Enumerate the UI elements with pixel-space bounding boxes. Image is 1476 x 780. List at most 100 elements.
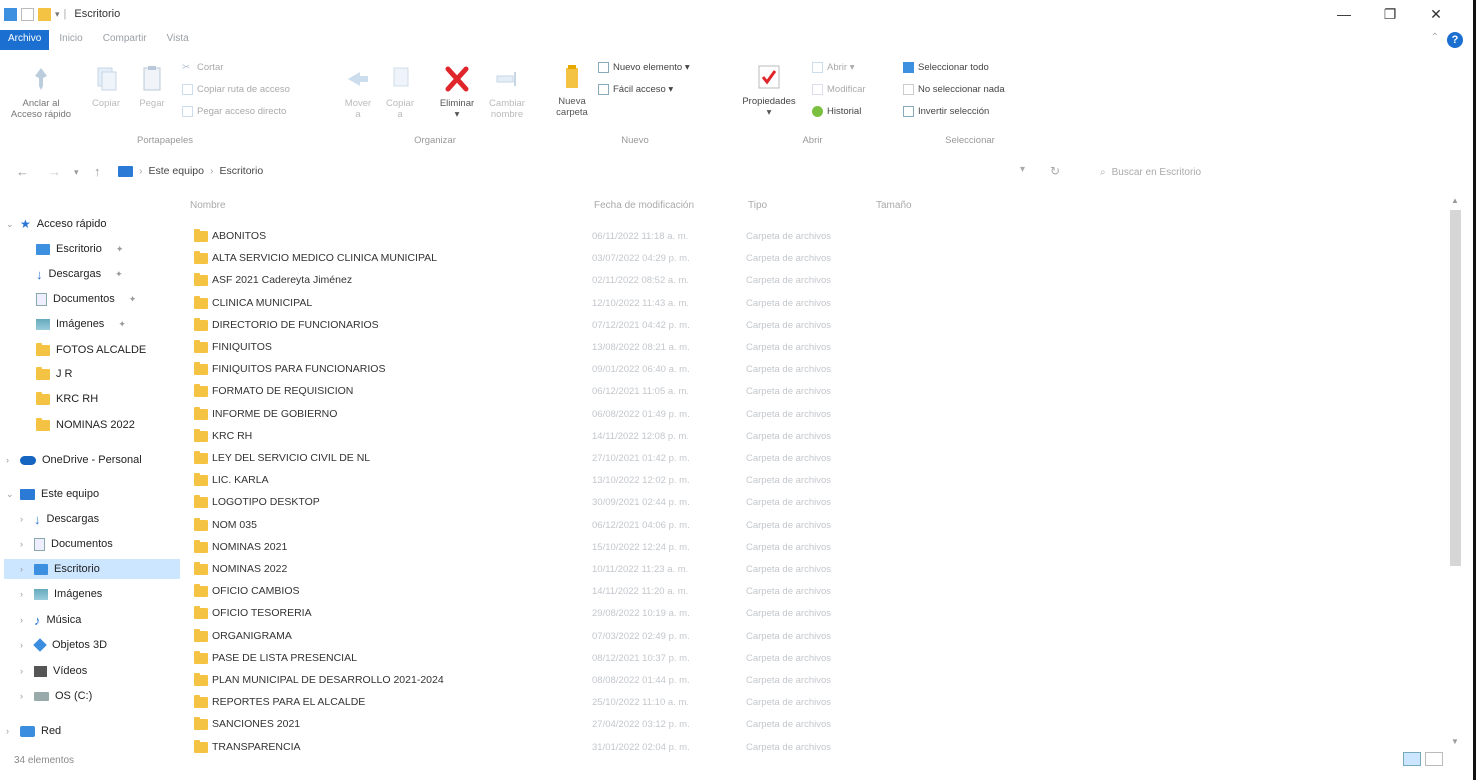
file-row[interactable]: ALTA SERVICIO MEDICO CLINICA MUNICIPAL 03…	[180, 248, 880, 270]
search-box[interactable]: ⌕ Buscar en Escritorio	[1100, 163, 1300, 181]
nav-pc-escritorio[interactable]: › Escritorio	[4, 559, 180, 579]
file-row[interactable]: TRANSPARENCIA 31/01/2022 02:04 p. m. Carpe…	[180, 737, 880, 759]
delete-button[interactable]: Eliminar ▾	[434, 64, 480, 120]
nav-pc-videos[interactable]: › Vídeos	[20, 661, 87, 681]
column-header-size[interactable]: Tamaño	[876, 200, 912, 211]
nav-quick-imagenes[interactable]: Imágenes ✦	[36, 314, 126, 334]
large-icons-view-icon[interactable]	[1425, 752, 1443, 766]
expand-chevron-icon[interactable]: ›	[6, 726, 14, 736]
file-row[interactable]: NOMINAS 2022 10/11/2022 11:23 a. m. Carpet…	[180, 559, 880, 581]
file-row[interactable]: NOM 035 06/12/2021 04:06 p. m. Carpeta de …	[180, 515, 880, 537]
paste-shortcut-button[interactable]: Pegar acceso directo	[182, 106, 286, 117]
column-header-name[interactable]: Nombre	[190, 200, 226, 211]
expand-chevron-icon[interactable]: ›	[20, 564, 28, 574]
column-header-date[interactable]: Fecha de modificación	[594, 200, 694, 211]
file-row[interactable]: PASE DE LISTA PRESENCIAL 08/12/2021 10:37…	[180, 648, 880, 670]
up-arrow-icon[interactable]: ↑	[94, 164, 101, 179]
breadcrumb-separator-icon[interactable]: ›	[210, 165, 214, 177]
breadcrumb[interactable]: › Este equipo › Escritorio	[118, 165, 263, 177]
cut-button[interactable]: ✂ Cortar	[182, 62, 223, 73]
forward-arrow-icon[interactable]: →	[48, 164, 61, 179]
nav-quick-access[interactable]: ⌄ ★ Acceso rápido	[6, 214, 106, 234]
breadcrumb-escritorio[interactable]: Escritorio	[219, 165, 263, 177]
properties-button[interactable]: Propiedades ▾	[734, 62, 804, 118]
file-row[interactable]: ABONITOS 06/11/2022 11:18 a. m. Carpeta de…	[180, 226, 880, 248]
open-button[interactable]: Abrir ▾	[812, 62, 854, 73]
expand-chevron-icon[interactable]: ›	[20, 615, 28, 625]
expand-chevron-icon[interactable]: ›	[20, 514, 28, 524]
file-row[interactable]: SANCIONES 2021 27/04/2022 03:12 p. m. Carp…	[180, 714, 880, 736]
pin-quick-access-button[interactable]: Anclar al Acceso rápido	[6, 64, 76, 120]
move-to-button[interactable]: Mover a	[340, 64, 376, 120]
nav-quick-nominas-2022[interactable]: NOMINAS 2022	[36, 415, 135, 435]
nav-pc-documentos[interactable]: › Documentos	[20, 534, 113, 554]
expand-chevron-icon[interactable]: ›	[20, 539, 28, 549]
file-row[interactable]: DIRECTORIO DE FUNCIONARIOS 07/12/2021 04:…	[180, 315, 880, 337]
collapse-ribbon-icon[interactable]: ⌃	[1431, 32, 1439, 43]
file-row[interactable]: NOMINAS 2021 15/10/2022 12:24 p. m. Carpet…	[180, 537, 880, 559]
file-row[interactable]: ORGANIGRAMA 07/03/2022 02:49 p. m. Carpeta…	[180, 626, 880, 648]
minimize-button[interactable]: —	[1321, 2, 1367, 26]
breadcrumb-este-equipo[interactable]: Este equipo	[149, 165, 204, 177]
expand-chevron-icon[interactable]: ›	[20, 589, 28, 599]
scrollbar-thumb[interactable]	[1450, 210, 1461, 566]
file-row[interactable]: CLINICA MUNICIPAL 12/10/2022 11:43 a. m. C…	[180, 293, 880, 315]
nav-this-pc[interactable]: ⌄ Este equipo	[6, 484, 99, 504]
maximize-button[interactable]: ❐	[1367, 2, 1413, 26]
back-arrow-icon[interactable]: ←	[16, 164, 29, 179]
file-row[interactable]: INFORME DE GOBIERNO 06/08/2022 01:49 p. m…	[180, 404, 880, 426]
nav-quick-fotos-alcalde[interactable]: FOTOS ALCALDE	[36, 340, 146, 360]
expand-chevron-icon[interactable]: ⌄	[6, 489, 14, 500]
delete-chevron-icon[interactable]: ▾	[434, 109, 480, 120]
nav-quick-escritorio[interactable]: Escritorio ✦	[36, 239, 123, 259]
copy-to-button[interactable]: Copiar a	[382, 64, 418, 120]
file-row[interactable]: FORMATO DE REQUISICION 06/12/2021 11:05 a…	[180, 381, 880, 403]
tab-inicio[interactable]: Inicio	[49, 30, 92, 50]
nav-pc-musica[interactable]: › ♪ Música	[20, 610, 81, 630]
help-icon[interactable]: ?	[1447, 32, 1463, 48]
paste-button[interactable]: Pegar	[132, 64, 172, 109]
nav-pc-objetos-3d[interactable]: › Objetos 3D	[20, 635, 107, 655]
column-header-type[interactable]: Tipo	[748, 200, 767, 211]
nav-pc-os-c[interactable]: › OS (C:)	[20, 686, 92, 706]
copy-path-button[interactable]: Copiar ruta de acceso	[182, 84, 290, 95]
expand-chevron-icon[interactable]: ›	[20, 691, 28, 701]
nav-pc-descargas[interactable]: › ↓ Descargas	[20, 509, 99, 529]
rename-button[interactable]: Cambiar nombre	[484, 64, 530, 120]
select-none-button[interactable]: No seleccionar nada	[903, 84, 1005, 95]
refresh-icon[interactable]: ↻	[1050, 164, 1060, 178]
copy-button[interactable]: Copiar	[86, 64, 126, 109]
nav-quick-documentos[interactable]: Documentos ✦	[36, 289, 136, 309]
tab-archivo[interactable]: Archivo	[0, 30, 50, 50]
file-row[interactable]: PLAN MUNICIPAL DE DESARROLLO 2021-2024 08…	[180, 670, 880, 692]
tab-vista[interactable]: Vista	[157, 30, 199, 50]
close-button[interactable]: ✕	[1413, 2, 1459, 26]
expand-chevron-icon[interactable]: ›	[20, 666, 28, 676]
invert-selection-button[interactable]: Invertir selección	[903, 106, 989, 117]
scroll-down-icon[interactable]: ▼	[1451, 737, 1459, 746]
file-row[interactable]: LOGOTIPO DESKTOP 30/09/2021 02:44 p. m. Ca…	[180, 492, 880, 514]
file-row[interactable]: ASF 2021 Cadereyta Jiménez 02/11/2022 08:…	[180, 270, 880, 292]
expand-chevron-icon[interactable]: ›	[20, 640, 28, 650]
vertical-scrollbar[interactable]: ▲ ▼	[1450, 196, 1462, 750]
tab-compartir[interactable]: Compartir	[93, 30, 157, 50]
file-row[interactable]: OFICIO CAMBIOS 14/11/2022 11:20 a. m. Carp…	[180, 581, 880, 603]
nav-quick-jr[interactable]: J R	[36, 364, 73, 384]
file-row[interactable]: FINIQUITOS 13/08/2022 08:21 a. m. Carpeta …	[180, 337, 880, 359]
properties-chevron-icon[interactable]: ▾	[734, 107, 804, 118]
file-row[interactable]: OFICIO TESORERIA 29/08/2022 10:19 a. m. Ca…	[180, 603, 880, 625]
new-item-button[interactable]: Nuevo elemento ▾	[598, 62, 690, 73]
edit-button[interactable]: Modificar	[812, 84, 866, 95]
new-folder-icon[interactable]	[38, 7, 51, 21]
details-view-icon[interactable]	[1403, 752, 1421, 766]
breadcrumb-separator-icon[interactable]: ›	[139, 165, 143, 177]
nav-quick-descargas[interactable]: ↓ Descargas ✦	[36, 264, 123, 284]
select-all-button[interactable]: Seleccionar todo	[903, 62, 989, 73]
recent-chevron-icon[interactable]: ▾	[74, 167, 79, 178]
nav-network[interactable]: › Red	[6, 721, 61, 741]
history-button[interactable]: Historial	[812, 106, 861, 117]
file-row[interactable]: FINIQUITOS PARA FUNCIONARIOS 09/01/2022 0…	[180, 359, 880, 381]
address-history-chevron-icon[interactable]: ▾	[1020, 164, 1025, 175]
file-row[interactable]: REPORTES PARA EL ALCALDE 25/10/2022 11:10…	[180, 692, 880, 714]
nav-pc-imagenes[interactable]: › Imágenes	[20, 584, 102, 604]
